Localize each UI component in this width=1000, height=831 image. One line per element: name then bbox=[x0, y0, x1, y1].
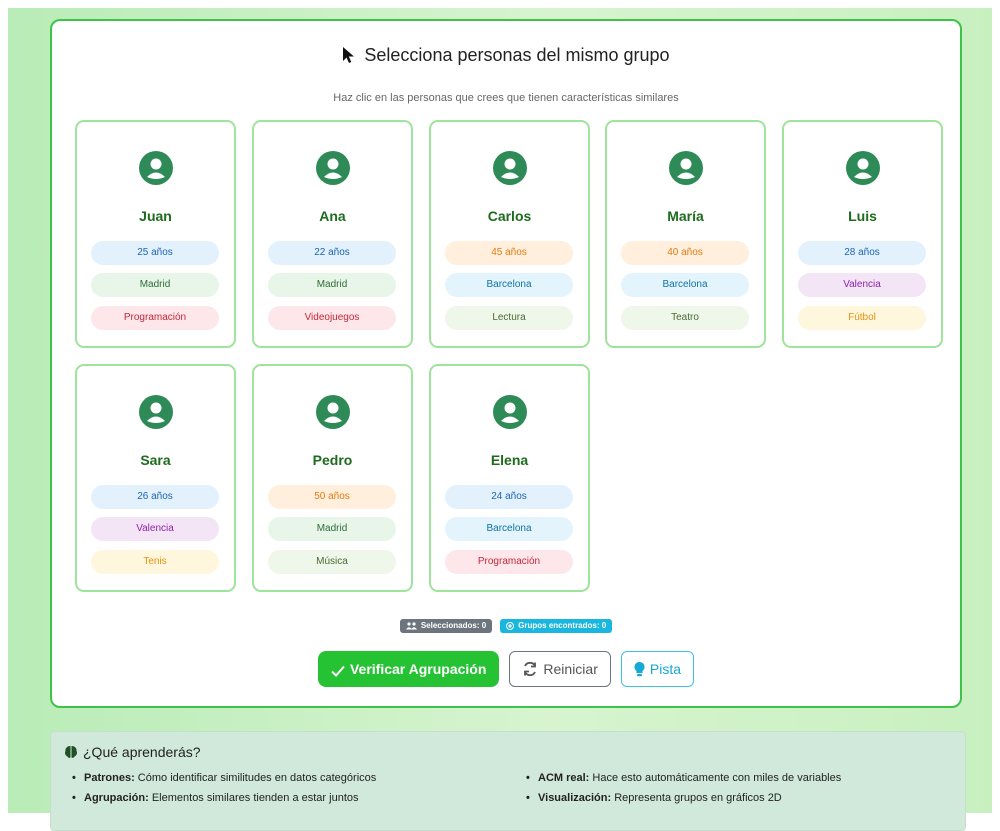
check-icon bbox=[331, 665, 345, 677]
groups-count-text: Grupos encontrados: 0 bbox=[518, 621, 607, 630]
city-tag: Madrid bbox=[91, 273, 219, 297]
user-avatar-icon bbox=[493, 395, 527, 429]
person-name: Juan bbox=[139, 208, 172, 224]
user-avatar-icon bbox=[316, 151, 350, 185]
age-tag: 24 años bbox=[445, 485, 573, 509]
users-icon bbox=[405, 622, 417, 630]
person-card-6[interactable]: Pedro 50 años Madrid Música bbox=[252, 364, 413, 592]
lightbulb-icon bbox=[634, 662, 645, 677]
person-card-4[interactable]: Luis 28 años Valencia Fútbol bbox=[782, 120, 943, 348]
person-card-0[interactable]: Juan 25 años Madrid Programación bbox=[75, 120, 236, 348]
age-tag: 26 años bbox=[91, 485, 219, 509]
counters-bar: Seleccionados: 0 Grupos encontrados: 0 bbox=[52, 619, 960, 633]
hobby-tag: Programación bbox=[91, 306, 219, 330]
person-card-5[interactable]: Sara 26 años Valencia Tenis bbox=[75, 364, 236, 592]
groups-count-badge: Grupos encontrados: 0 bbox=[500, 619, 613, 633]
person-name: Sara bbox=[140, 452, 171, 468]
page-title: Selecciona personas del mismo grupo bbox=[52, 45, 960, 68]
hobby-tag: Lectura bbox=[445, 306, 573, 330]
person-name: María bbox=[667, 208, 704, 224]
learn-item-acm: ACM real: Hace esto automáticamente con … bbox=[526, 772, 841, 784]
person-name: Ana bbox=[319, 208, 346, 224]
age-tag: 25 años bbox=[91, 241, 219, 265]
city-tag: Madrid bbox=[268, 273, 396, 297]
circle-dot-icon bbox=[506, 622, 515, 630]
hobby-tag: Teatro bbox=[621, 306, 749, 330]
person-card-3[interactable]: María 40 años Barcelona Teatro bbox=[605, 120, 766, 348]
city-tag: Valencia bbox=[91, 517, 219, 541]
selected-count-text: Seleccionados: 0 bbox=[420, 621, 487, 630]
action-buttons: Verificar Agrupación Reiniciar Pista bbox=[52, 651, 960, 687]
verify-button[interactable]: Verificar Agrupación bbox=[317, 651, 500, 687]
person-card-1[interactable]: Ana 22 años Madrid Videojuegos bbox=[252, 120, 413, 348]
user-avatar-icon bbox=[316, 395, 350, 429]
learn-item-patrones: Patrones: Cómo identificar similitudes e… bbox=[72, 772, 376, 784]
city-tag: Valencia bbox=[798, 273, 926, 297]
user-avatar-icon bbox=[139, 395, 173, 429]
person-name: Carlos bbox=[487, 208, 532, 224]
hobby-tag: Programación bbox=[445, 550, 573, 574]
selected-count-badge: Seleccionados: 0 bbox=[399, 619, 493, 633]
city-tag: Barcelona bbox=[445, 273, 573, 297]
reset-label: Reiniciar bbox=[543, 661, 598, 677]
instructions-text: Haz clic en las personas que crees que t… bbox=[333, 92, 679, 104]
city-tag: Madrid bbox=[268, 517, 396, 541]
learning-panel: ¿Qué aprenderás? Patrones: Cómo identifi… bbox=[50, 731, 966, 831]
verify-label: Verificar Agrupación bbox=[349, 661, 487, 677]
person-card-7[interactable]: Elena 24 años Barcelona Programación bbox=[429, 364, 590, 592]
learn-item-visualizacion: Visualización: Representa grupos en gráf… bbox=[526, 792, 782, 804]
title-text: Selecciona personas del mismo grupo bbox=[364, 45, 670, 65]
person-card-2[interactable]: Carlos 45 años Barcelona Lectura bbox=[429, 120, 590, 348]
learning-title-text: ¿Qué aprenderás? bbox=[83, 744, 201, 760]
hint-button[interactable]: Pista bbox=[620, 651, 694, 687]
user-avatar-icon bbox=[493, 151, 527, 185]
hint-label: Pista bbox=[649, 661, 681, 677]
age-tag: 28 años bbox=[798, 241, 926, 265]
city-tag: Barcelona bbox=[445, 517, 573, 541]
age-tag: 50 años bbox=[268, 485, 396, 509]
reset-button[interactable]: Reiniciar bbox=[509, 651, 611, 687]
page-background: Selecciona personas del mismo grupo Haz … bbox=[8, 8, 992, 831]
person-name: Luis bbox=[848, 208, 877, 224]
hobby-tag: Música bbox=[268, 550, 396, 574]
learn-item-agrupacion: Agrupación: Elementos similares tienden … bbox=[72, 792, 358, 804]
learning-title: ¿Qué aprenderás? bbox=[64, 744, 201, 760]
age-tag: 45 años bbox=[445, 241, 573, 265]
person-name: Elena bbox=[490, 452, 529, 468]
user-avatar-icon bbox=[669, 151, 703, 185]
city-tag: Barcelona bbox=[621, 273, 749, 297]
user-avatar-icon bbox=[846, 151, 880, 185]
brain-icon bbox=[65, 746, 77, 758]
person-grid: Juan 25 años Madrid Programación Ana 22 años M… bbox=[75, 120, 945, 596]
age-tag: 40 años bbox=[621, 241, 749, 265]
user-avatar-icon bbox=[139, 151, 173, 185]
game-card: Selecciona personas del mismo grupo Haz … bbox=[50, 19, 962, 708]
refresh-icon bbox=[524, 661, 537, 677]
hobby-tag: Tenis bbox=[91, 550, 219, 574]
age-tag: 22 años bbox=[268, 241, 396, 265]
cursor-pointer-icon bbox=[342, 47, 356, 68]
person-name: Pedro bbox=[312, 452, 353, 468]
hobby-tag: Fútbol bbox=[798, 306, 926, 330]
hobby-tag: Videojuegos bbox=[268, 306, 396, 330]
